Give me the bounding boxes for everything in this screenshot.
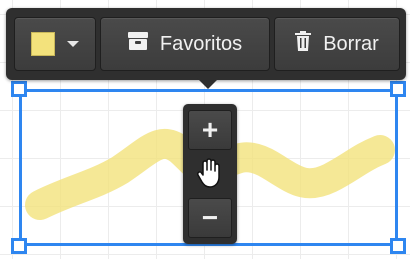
archive-box-icon [127, 32, 148, 56]
favorites-button[interactable]: Favoritos [100, 17, 270, 71]
resize-handle-bottom-right[interactable] [390, 238, 406, 254]
zoom-out-button[interactable]: − [188, 198, 232, 238]
toolbar-pointer [197, 78, 219, 89]
color-picker-button[interactable] [14, 17, 96, 71]
hand-grab-icon [197, 158, 220, 188]
minus-icon: − [201, 202, 219, 233]
trash-icon [295, 31, 312, 57]
zoom-in-button[interactable]: + [188, 110, 232, 150]
resize-handle-top-left[interactable] [11, 81, 27, 97]
move-handle[interactable] [191, 154, 229, 192]
resize-handle-top-right[interactable] [390, 81, 406, 97]
delete-label: Borrar [323, 32, 379, 55]
resize-handle-bottom-left[interactable] [11, 238, 27, 254]
zoom-controls: + − [183, 104, 237, 244]
plus-icon: + [201, 114, 219, 145]
selection-toolbar: Favoritos Borrar [6, 8, 406, 80]
color-swatch [31, 32, 55, 56]
favorites-label: Favoritos [159, 32, 243, 55]
delete-button[interactable]: Borrar [274, 17, 400, 71]
chevron-down-icon [67, 41, 79, 47]
